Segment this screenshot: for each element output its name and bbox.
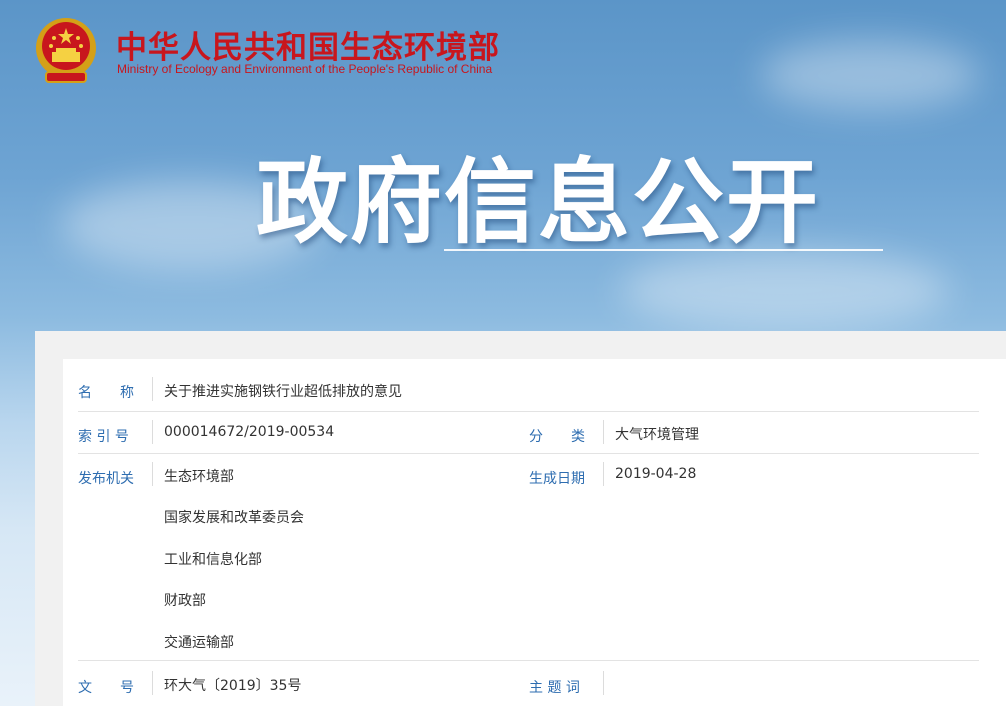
divider <box>603 420 604 444</box>
info-card: 名 称 关于推进实施钢铁行业超低排放的意见 索 引 号 000014672/20… <box>63 359 1006 706</box>
cloud-decoration <box>620 250 950 330</box>
issuer-item: 工业和信息化部 <box>164 552 262 568</box>
issuer-item: 交通运输部 <box>164 635 234 651</box>
issuer-item: 国家发展和改革委员会 <box>164 510 304 526</box>
divider <box>152 377 153 401</box>
keywords-label: 主 题 词 <box>529 680 580 696</box>
banner-title: 政府信息公开 <box>256 149 821 256</box>
info-row-docno: 文 号 环大气〔2019〕35号 主 题 词 <box>78 661 979 706</box>
category-label: 分 类 <box>529 429 585 445</box>
info-row-issuer: 发布机关 生态环境部 国家发展和改革委员会 工业和信息化部 财政部 交通运输部 … <box>78 454 979 661</box>
site-subtitle: Ministry of Ecology and Environment of t… <box>117 62 493 76</box>
category-value: 大气环境管理 <box>615 427 699 443</box>
issuer-item: 生态环境部 <box>164 469 234 485</box>
date-value: 2019-04-28 <box>615 466 697 482</box>
site-header: 中华人民共和国生态环境部 Ministry of Ecology and Env… <box>0 0 1006 90</box>
info-row-index: 索 引 号 000014672/2019-00534 分 类 大气环境管理 <box>78 412 979 454</box>
info-row-name: 名 称 关于推进实施钢铁行业超低排放的意见 <box>78 369 979 412</box>
divider <box>152 671 153 695</box>
issuer-label: 发布机关 <box>78 471 134 487</box>
index-value: 000014672/2019-00534 <box>164 424 335 440</box>
doc-no-value: 环大气〔2019〕35号 <box>164 678 302 694</box>
doc-no-label: 文 号 <box>78 680 134 696</box>
name-value: 关于推进实施钢铁行业超低排放的意见 <box>164 384 402 400</box>
divider <box>603 462 604 486</box>
name-label: 名 称 <box>78 385 134 401</box>
site-title[interactable]: 中华人民共和国生态环境部 <box>116 22 500 67</box>
banner-divider <box>444 249 883 251</box>
date-label: 生成日期 <box>529 471 585 487</box>
divider <box>152 462 153 486</box>
divider <box>152 420 153 444</box>
national-emblem-icon[interactable] <box>34 16 98 86</box>
divider <box>603 671 604 695</box>
index-label: 索 引 号 <box>78 429 129 445</box>
issuer-item: 财政部 <box>164 593 206 609</box>
